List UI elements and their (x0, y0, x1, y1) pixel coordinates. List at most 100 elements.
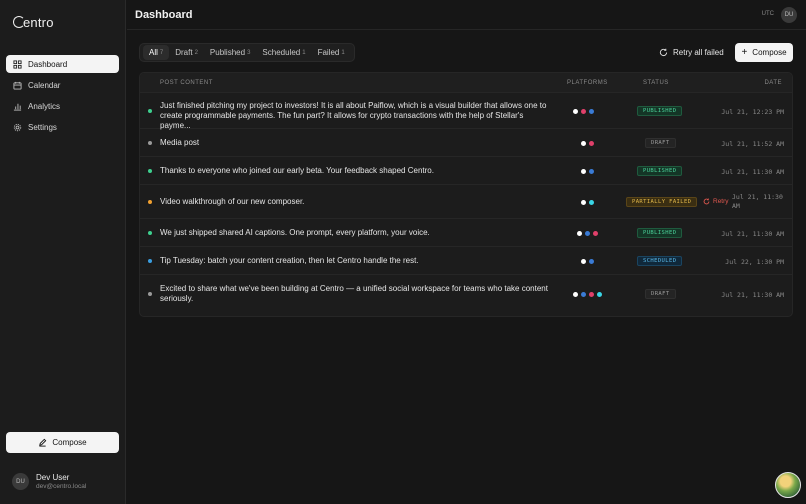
sidebar-nav: Dashboard Calendar Analytics Settings (6, 55, 119, 139)
status-dot (148, 109, 152, 113)
table-row[interactable]: Thanks to everyone who joined our early … (140, 157, 792, 185)
post-content: Just finished pitching my project to inv… (160, 101, 555, 131)
tab-count: 2 (194, 49, 198, 56)
calendar-icon (13, 81, 22, 90)
centro-logo[interactable]: entro (13, 15, 54, 30)
table-row[interactable]: We just shipped shared AI captions. One … (140, 219, 792, 247)
platform-icon (581, 200, 586, 205)
refresh-icon (703, 198, 710, 205)
status-badge: PUBLISHED (637, 106, 683, 116)
tab-scheduled[interactable]: Scheduled 1 (256, 45, 311, 60)
table-row[interactable]: Video walkthrough of our new composer. P… (140, 185, 792, 219)
post-date-line: Jul 21, 11:30 (732, 193, 783, 201)
post-date-line: AM (732, 202, 740, 210)
platform-icons (581, 259, 594, 264)
tab-published[interactable]: Published 3 (204, 45, 256, 60)
platform-icons (573, 292, 602, 297)
grid-icon (13, 59, 22, 69)
retry-label: Retry (713, 198, 729, 205)
sidebar-item-label: Analytics (28, 101, 61, 111)
sidebar-item-label: Settings (28, 122, 57, 132)
column-header-date: Date (764, 80, 782, 86)
post-content-line: seriously. (160, 294, 194, 303)
pencil-icon (39, 438, 47, 447)
status-badge: PARTIALLY FAILED (626, 197, 698, 207)
status-badge: DRAFT (645, 289, 676, 299)
post-date: Jul 21, 11:30 AM (721, 291, 784, 299)
compose-label: Compose (752, 48, 787, 57)
retry-all-failed-button[interactable]: Retry all failed (655, 43, 728, 62)
status-dot (148, 141, 152, 145)
post-date: Jul 21, 12:23 PM (721, 108, 784, 116)
sidebar-item-calendar[interactable]: Calendar (6, 76, 119, 94)
header-avatar[interactable]: DU (781, 7, 797, 23)
sidebar: entro Dashboard Calendar Analytics Setti… (0, 0, 126, 504)
page-title: Dashboard (135, 9, 193, 21)
status-badge: SCHEDULED (637, 256, 683, 266)
top-header: Dashboard UTC DU (127, 0, 806, 30)
sidebar-item-label: Calendar (28, 80, 61, 90)
post-content: Tip Tuesday: batch your content creation… (160, 256, 419, 265)
bar-chart-icon (13, 102, 22, 111)
tab-draft[interactable]: Draft 2 (169, 45, 204, 60)
post-content: Excited to share what we've been buildin… (160, 284, 555, 304)
post-content: Thanks to everyone who joined our early … (160, 166, 434, 175)
post-date: Jul 21, 11:52 AM (721, 140, 784, 148)
tab-label: Failed (317, 48, 340, 57)
platform-icon (581, 292, 586, 297)
logo-text: entro (23, 15, 54, 30)
platform-icon (581, 109, 586, 114)
status-dot (148, 292, 152, 296)
platform-icons (573, 109, 594, 114)
post-date: Jul 21, 11:30 AM (721, 230, 784, 238)
sidebar-item-label: Dashboard (28, 59, 68, 69)
platform-icons (581, 169, 594, 174)
platform-icon (589, 259, 594, 264)
table-row[interactable]: Media post DRAFT Jul 21, 11:52 AM (140, 129, 792, 157)
tab-all[interactable]: All 7 (143, 45, 170, 60)
table-row[interactable]: Just finished pitching my project to inv… (140, 93, 792, 131)
refresh-icon (659, 48, 668, 56)
platform-icon (589, 292, 594, 297)
tab-label: Scheduled (262, 48, 301, 57)
status-dot (148, 169, 152, 173)
floating-avatar-badge[interactable] (775, 472, 801, 498)
sidebar-compose-label: Compose (52, 438, 87, 447)
post-date: Jul 22, 1:30 PM (725, 258, 784, 266)
tab-count: 3 (247, 49, 251, 56)
table-row[interactable]: Tip Tuesday: batch your content creation… (140, 247, 792, 275)
post-date: Jul 21, 11:30 AM (732, 193, 783, 211)
post-content-line: Excited to share what we've been buildin… (160, 284, 548, 293)
post-content: Video walkthrough of our new composer. (160, 197, 305, 206)
table-row[interactable]: Excited to share what we've been buildin… (140, 275, 792, 313)
retry-link[interactable]: Retry (703, 198, 729, 205)
platform-icon (597, 292, 602, 297)
timezone-label[interactable]: UTC (762, 11, 774, 17)
status-badge: PUBLISHED (637, 166, 683, 176)
tab-failed[interactable]: Failed 1 (312, 45, 351, 60)
sidebar-item-analytics[interactable]: Analytics (6, 97, 119, 115)
column-header-status: Status (643, 80, 669, 86)
platform-icon (573, 109, 578, 114)
platform-icon (577, 231, 582, 236)
gear-icon (13, 123, 22, 132)
tab-count: 1 (341, 49, 345, 56)
status-dot (148, 259, 152, 263)
platform-icons (577, 231, 598, 236)
platform-icon (585, 231, 590, 236)
sidebar-item-dashboard[interactable]: Dashboard (6, 55, 119, 73)
status-dot (148, 200, 152, 204)
sidebar-item-settings[interactable]: Settings (6, 118, 119, 136)
retry-all-label: Retry all failed (673, 48, 724, 57)
platform-icon (589, 169, 594, 174)
post-content: Media post (160, 138, 200, 147)
user-email: dev@centro.local (36, 483, 87, 490)
compose-button[interactable]: + Compose (735, 43, 793, 62)
user-name: Dev User (36, 473, 70, 482)
sidebar-compose-button[interactable]: Compose (6, 432, 119, 453)
column-header-platforms: Platforms (567, 80, 608, 86)
user-profile[interactable]: DU Dev User dev@centro.local (12, 473, 86, 490)
platform-icons (581, 141, 594, 146)
tab-count: 7 (159, 49, 164, 56)
status-badge: DRAFT (645, 138, 676, 148)
